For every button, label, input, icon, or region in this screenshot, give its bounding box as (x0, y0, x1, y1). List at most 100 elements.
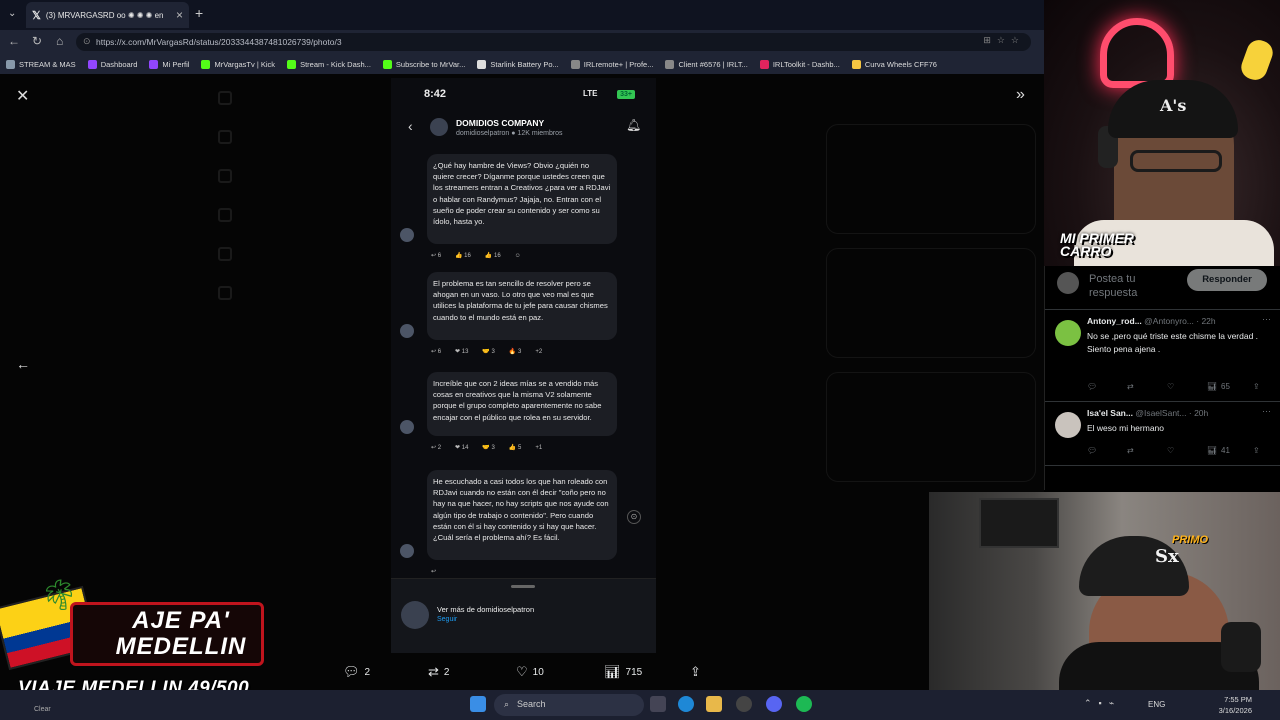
replies-panel: Postea tu respuesta Responder Antony_rod… (1044, 266, 1280, 490)
reply-item[interactable]: Isa'el San... @IsaelSant... · 20h ··· El w… (1045, 402, 1280, 466)
taskbar-search[interactable]: ⌕ Search (494, 694, 644, 716)
arrow-left-icon[interactable]: ← (16, 356, 30, 372)
reply-item[interactable]: Antony_rod... @Antonyro... · 22h ··· No se… (1045, 310, 1280, 402)
bookmark-item[interactable]: Curva Wheels CFF76 (851, 59, 937, 69)
reply-avatar[interactable] (1055, 412, 1081, 438)
phone-screenshot: 8:42 LTE 33+ ‹ DOMIDIOS COMPANY domidios… (391, 78, 656, 653)
obs-icon[interactable] (736, 696, 752, 712)
banana-decoration (1237, 36, 1277, 84)
browser-tab[interactable]: 𝕏 (3) MRVARGASRD oo ✺ ✺ ✺ en × (26, 2, 189, 28)
reply-icon[interactable]: 💬︎ (1087, 382, 1097, 391)
chevron-right-icon[interactable]: » (1016, 86, 1025, 104)
views-icon[interactable]: 📊︎ (1207, 382, 1217, 391)
bookmark-label: Stream - Kick Dash... (300, 59, 371, 69)
repost-icon[interactable]: ⇄ (1127, 446, 1134, 455)
reply-author-handle[interactable]: @Antonyro... (1144, 316, 1194, 326)
repost-icon: ⇄ (428, 664, 439, 679)
neon-sign (1100, 18, 1174, 88)
bookmark-favicon-icon (149, 59, 159, 69)
bookmark-item[interactable]: Client #6576 | IRLT... (665, 59, 748, 69)
reaction-chip: +2 (535, 349, 543, 355)
heart-icon[interactable]: ♡ (1167, 382, 1174, 391)
bookmark-label: Dashboard (100, 59, 138, 69)
scroll-down-icon: ⊙ (627, 510, 641, 524)
reaction-row: ↩ 2 ❤ 14 🤝 3 👍 5 +1 (431, 444, 556, 451)
bookmark-item[interactable]: IRLremote+ | Profe... (570, 59, 654, 69)
bookmark-item[interactable]: IRLToolkit - Dashb... (759, 59, 840, 69)
tab-close-icon[interactable]: × (176, 8, 183, 22)
bookmark-label: Subscribe to MrVar... (395, 59, 466, 69)
webcam-bottom: Sx (929, 492, 1280, 690)
follow-link: Seguir (437, 616, 458, 623)
reply-button[interactable]: Responder (1187, 269, 1267, 291)
bookmark-item[interactable]: Dashboard (87, 59, 138, 69)
reply-icon[interactable]: 💬︎ (1087, 446, 1097, 455)
reply-author-name[interactable]: Isa'el San... (1087, 408, 1133, 418)
bookmark-item[interactable]: MrVargasTv | Kick (201, 59, 275, 69)
views-action[interactable]: 📊︎ 715 (604, 664, 642, 680)
repost-icon[interactable]: ⇄ (1127, 382, 1134, 391)
system-tray-icons[interactable]: ⌃▪⌁ (1084, 698, 1121, 709)
dimmed-nav-item (218, 195, 398, 234)
spotify-icon[interactable] (796, 696, 812, 712)
message-bubble: He escuchado a casi todos los que han ro… (427, 470, 617, 560)
url-text: https://x.com/MrVargasRd/status/20333443… (96, 37, 342, 47)
language-indicator[interactable]: ENG (1148, 700, 1165, 709)
share-icon[interactable]: ⇪ (1253, 446, 1260, 455)
new-tab-button[interactable]: + (195, 5, 203, 21)
bell-icon: 🔔︎ (626, 118, 642, 132)
dimmed-nav-item (218, 117, 398, 156)
bookmark-item[interactable]: Mi Perfil (149, 59, 189, 69)
bookmark-label: IRLremote+ | Profe... (583, 59, 654, 69)
tab-menu-icon[interactable]: ⌄ (8, 8, 16, 19)
reply-views-count: 65 (1221, 382, 1230, 391)
heart-icon[interactable]: ♡ (1167, 446, 1174, 455)
dimmed-nav-icon (218, 246, 232, 261)
clock[interactable]: 7:55 PM 3/16/2026 (1218, 694, 1252, 716)
cap-logo: Sx (1155, 546, 1179, 567)
share-action[interactable]: ⇪ (690, 664, 706, 680)
reload-icon[interactable]: ↻ (32, 34, 42, 48)
more-icon[interactable]: ··· (1262, 314, 1271, 324)
trip-title: AJE PA' MEDELLIN (96, 608, 266, 660)
task-view-icon[interactable] (650, 696, 666, 712)
microphone (1221, 622, 1261, 672)
home-icon[interactable]: ⌂ (56, 34, 63, 48)
url-field[interactable]: ⊙ https://x.com/MrVargasRd/status/203334… (76, 33, 1031, 51)
reaction-row: ↩ 6 👍 16 👍 16 ☺ (431, 252, 535, 259)
url-actions-icon[interactable]: ⊞☆☆ (983, 35, 1025, 46)
phone-time: 8:42 (424, 88, 447, 100)
bookmark-label: STREAM & MAS (19, 59, 76, 69)
reply-time: · 20h (1188, 408, 1209, 418)
discord-icon[interactable] (766, 696, 782, 712)
reply-action[interactable]: 💬︎ 2 (343, 664, 370, 680)
share-icon[interactable]: ⇪ (1253, 382, 1260, 391)
like-action[interactable]: ♡ 10 (516, 664, 544, 680)
cap-logo: A's (1160, 96, 1187, 115)
reaction-chip: ❤ 14 (455, 445, 469, 451)
back-icon[interactable]: ← (8, 34, 20, 48)
reply-text: El weso mi hermano (1087, 423, 1165, 433)
reply-author-name[interactable]: Antony_rod... (1087, 316, 1142, 326)
reply-author-handle[interactable]: @IsaelSant... (1135, 408, 1186, 418)
file-explorer-icon[interactable] (706, 696, 722, 712)
bookmark-favicon-icon (6, 59, 15, 69)
edge-icon[interactable] (678, 696, 694, 712)
bookmark-item[interactable]: Stream - Kick Dash... (287, 59, 371, 69)
close-icon[interactable]: ✕ (16, 86, 29, 106)
dimmed-nav-icon (218, 207, 232, 222)
bookmark-item[interactable]: Subscribe to MrVar... (382, 59, 466, 69)
bookmark-item[interactable]: Starlink Battery Po... (477, 59, 559, 69)
start-icon[interactable] (470, 696, 486, 712)
views-icon[interactable]: 📊︎ (1207, 446, 1217, 455)
dimmed-nav-item (218, 273, 398, 312)
dimmed-nav-icon (218, 168, 232, 183)
bookmark-label: Starlink Battery Po... (490, 59, 559, 69)
bookmark-item[interactable]: STREAM & MAS (6, 59, 76, 69)
reply-avatar[interactable] (1055, 320, 1081, 346)
site-info-icon[interactable]: ⊙ (83, 36, 91, 47)
reply-input[interactable]: Postea tu respuesta (1089, 272, 1169, 300)
views-icon: 📊︎ (604, 664, 621, 679)
repost-action[interactable]: ⇄ 2 (428, 664, 449, 680)
more-icon[interactable]: ··· (1262, 406, 1271, 416)
